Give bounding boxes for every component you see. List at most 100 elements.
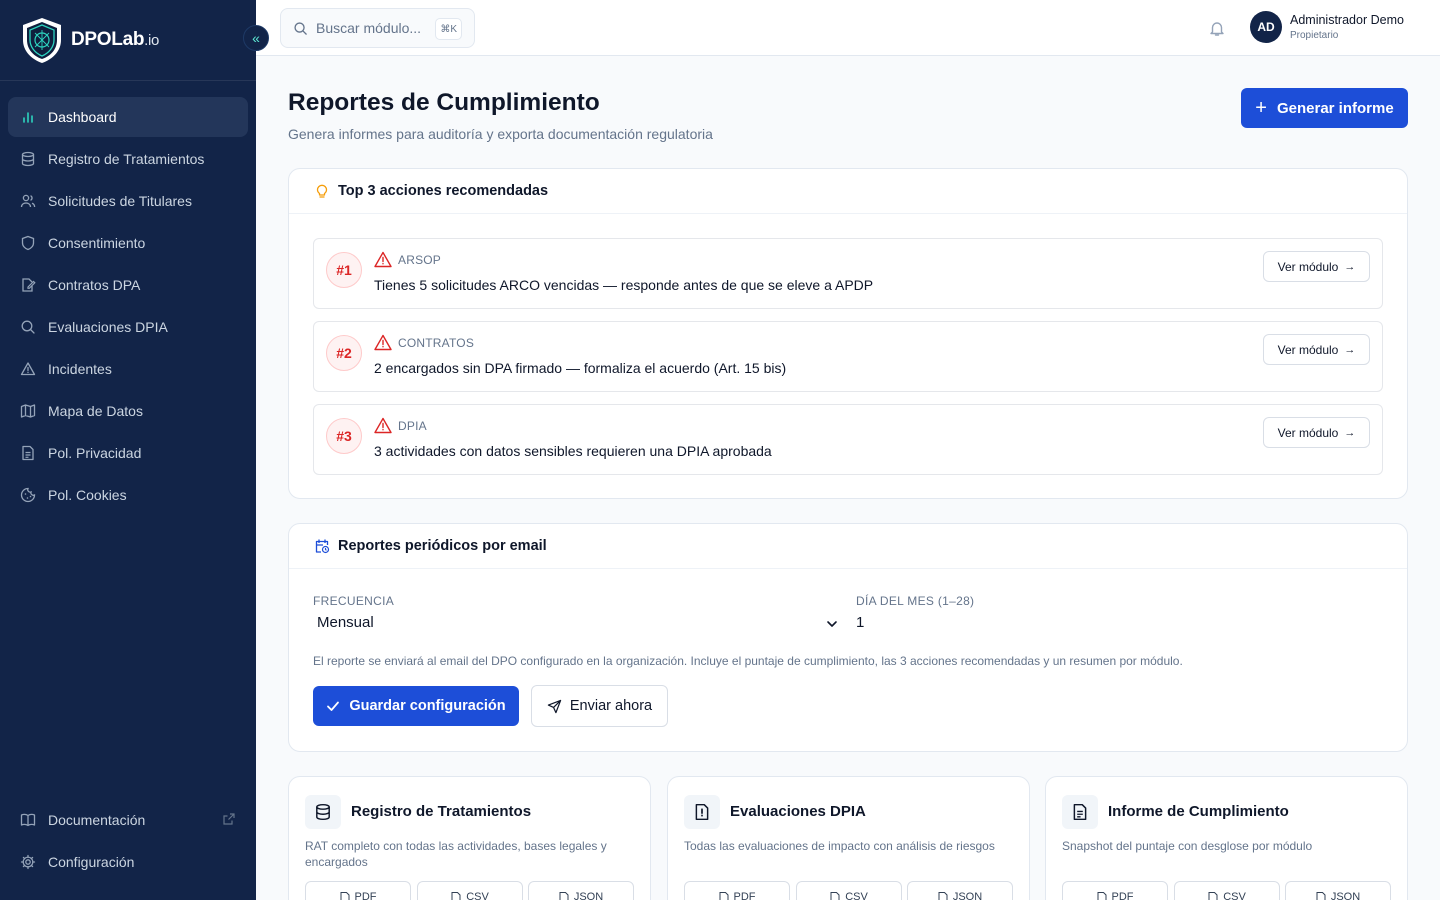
search-box[interactable]: ⌘K — [280, 8, 475, 48]
alert-file-icon — [695, 803, 709, 821]
file-text-icon — [22, 445, 34, 461]
frequency-select[interactable]: Mensual — [317, 614, 374, 631]
cookie-icon — [20, 487, 36, 503]
sidebar-item-label: Evaluaciones DPIA — [48, 319, 168, 335]
search-icon — [294, 21, 307, 35]
sidebar-item-label: Documentación — [48, 812, 146, 828]
sidebar-item-incidentes[interactable]: Incidentes — [8, 349, 248, 389]
brand-name: DPOLab.io — [71, 29, 160, 50]
file-icon — [559, 891, 569, 900]
generate-report-label: Generar informe — [1276, 99, 1394, 117]
export-pdf-button[interactable]: PDF — [1062, 881, 1168, 900]
rank-badge: #1 — [326, 252, 362, 288]
file-icon — [719, 891, 728, 900]
sidebar-item-privacidad[interactable]: Pol. Privacidad — [8, 433, 248, 473]
sidebar-item-label: Registro de Tratamientos — [48, 151, 205, 167]
export-pdf-button[interactable]: PDF — [684, 881, 790, 900]
user-menu[interactable]: AD Administrador Demo Propietario — [1250, 11, 1404, 43]
action-text: 2 encargados sin DPA firmado — formaliza… — [374, 360, 787, 376]
collapse-sidebar-button[interactable]: « — [243, 25, 269, 51]
export-format-label: PDF — [354, 891, 377, 900]
export-card-icon — [684, 795, 720, 829]
sidebar-item-cookies[interactable]: Pol. Cookies — [8, 475, 248, 515]
search-input[interactable] — [316, 20, 436, 36]
sidebar-item-registro[interactable]: Registro de Tratamientos — [8, 139, 248, 179]
lightbulb-icon — [316, 184, 328, 198]
send-now-button[interactable]: Enviar ahora — [531, 685, 668, 727]
card-title: Top 3 acciones recomendadas — [338, 183, 549, 199]
file-signature-icon — [22, 278, 36, 292]
sidebar-item-configuracion[interactable]: Configuración — [8, 842, 248, 882]
sidebar-item-solicitudes[interactable]: Solicitudes de Titulares — [8, 181, 248, 221]
export-csv-button[interactable]: CSV — [417, 881, 523, 900]
view-module-button[interactable]: Ver módulo → — [1263, 251, 1370, 282]
generate-report-button[interactable]: + Generar informe — [1241, 88, 1408, 128]
bell-icon[interactable] — [1208, 19, 1226, 37]
sidebar-item-consentimiento[interactable]: Consentimiento — [8, 223, 248, 263]
save-config-label: Guardar configuración — [349, 698, 506, 714]
sidebar-item-dpia[interactable]: Evaluaciones DPIA — [8, 307, 248, 347]
export-csv-button[interactable]: CSV — [796, 881, 902, 900]
map-icon — [20, 404, 36, 418]
file-icon — [451, 891, 461, 900]
chevron-down-icon[interactable] — [826, 618, 838, 630]
export-card-dpia: Evaluaciones DPIA Todas las evaluaciones… — [667, 776, 1030, 900]
sidebar-item-label: Contratos DPA — [48, 277, 141, 293]
warning-icon — [374, 251, 392, 268]
database-icon — [21, 151, 35, 167]
brand[interactable]: DPOLab.io — [0, 0, 256, 81]
sidebar-item-label: Pol. Cookies — [48, 487, 127, 503]
sidebar-item-contratos[interactable]: Contratos DPA — [8, 265, 248, 305]
arrow-right-icon: → — [1344, 426, 1356, 439]
export-csv-button[interactable]: CSV — [1174, 881, 1280, 900]
database-icon — [316, 803, 330, 821]
frequency-label: FRECUENCIA — [313, 594, 395, 608]
file-icon — [830, 891, 840, 900]
calendar-clock-icon — [315, 539, 330, 554]
sidebar-item-documentacion[interactable]: Documentación — [8, 800, 248, 840]
view-module-label: Ver módulo — [1277, 342, 1339, 357]
save-config-button[interactable]: Guardar configuración — [313, 686, 519, 726]
action-category: DPIA — [398, 419, 427, 433]
sidebar: DPOLab.io « Dashboard Registro de Tratam… — [0, 0, 269, 900]
export-json-button[interactable]: JSON — [907, 881, 1013, 900]
warning-icon — [374, 417, 392, 434]
export-json-button[interactable]: JSON — [528, 881, 634, 900]
external-link-icon — [223, 813, 235, 825]
send-now-label: Enviar ahora — [569, 698, 653, 714]
sidebar-item-mapa[interactable]: Mapa de Datos — [8, 391, 248, 431]
export-pdf-button[interactable]: PDF — [305, 881, 411, 900]
sidebar-item-label: Pol. Privacidad — [48, 445, 142, 461]
action-text: Tienes 5 solicitudes ARCO vencidas — res… — [374, 277, 874, 293]
gear-icon — [20, 854, 36, 870]
file-icon — [340, 891, 349, 900]
action-item: #2 CONTRATOS 2 encargados sin DPA firmad… — [313, 321, 1383, 392]
sidebar-item-dashboard[interactable]: Dashboard — [8, 97, 248, 137]
export-json-button[interactable]: JSON — [1285, 881, 1391, 900]
view-module-button[interactable]: Ver módulo → — [1263, 334, 1370, 365]
action-item: #1 ARSOP Tienes 5 solicitudes ARCO venci… — [313, 238, 1383, 309]
arrow-right-icon: → — [1344, 343, 1356, 356]
users-icon — [20, 194, 36, 208]
file-text-icon — [1073, 803, 1087, 821]
export-format-label: CSV — [1223, 891, 1246, 900]
arrow-right-icon: → — [1344, 260, 1356, 273]
export-card-title: Evaluaciones DPIA — [730, 803, 866, 820]
bar-chart-icon — [23, 112, 33, 123]
export-card-description: RAT completo con todas las actividades, … — [305, 839, 607, 869]
view-module-label: Ver módulo — [1277, 425, 1339, 440]
email-note: El reporte se enviará al email del DPO c… — [313, 654, 1183, 668]
email-reports-card: Reportes periódicos por email FRECUENCIA… — [288, 523, 1408, 752]
day-of-month-label: DÍA DEL MES (1–28) — [856, 594, 975, 608]
export-format-label: PDF — [1111, 891, 1134, 900]
topbar: ⌘K AD Administrador Demo Propietario — [256, 0, 1440, 56]
export-card-title: Informe de Cumplimiento — [1108, 803, 1289, 820]
sidebar-item-label: Mapa de Datos — [48, 403, 143, 419]
file-icon — [1097, 891, 1106, 900]
page-title: Reportes de Cumplimiento — [288, 89, 600, 116]
view-module-button[interactable]: Ver módulo → — [1263, 417, 1370, 448]
action-category: ARSOP — [398, 253, 442, 267]
export-card-registro: Registro de Tratamientos RAT completo co… — [288, 776, 651, 900]
warning-icon — [374, 334, 392, 351]
day-of-month-input[interactable]: 1 — [856, 614, 864, 631]
